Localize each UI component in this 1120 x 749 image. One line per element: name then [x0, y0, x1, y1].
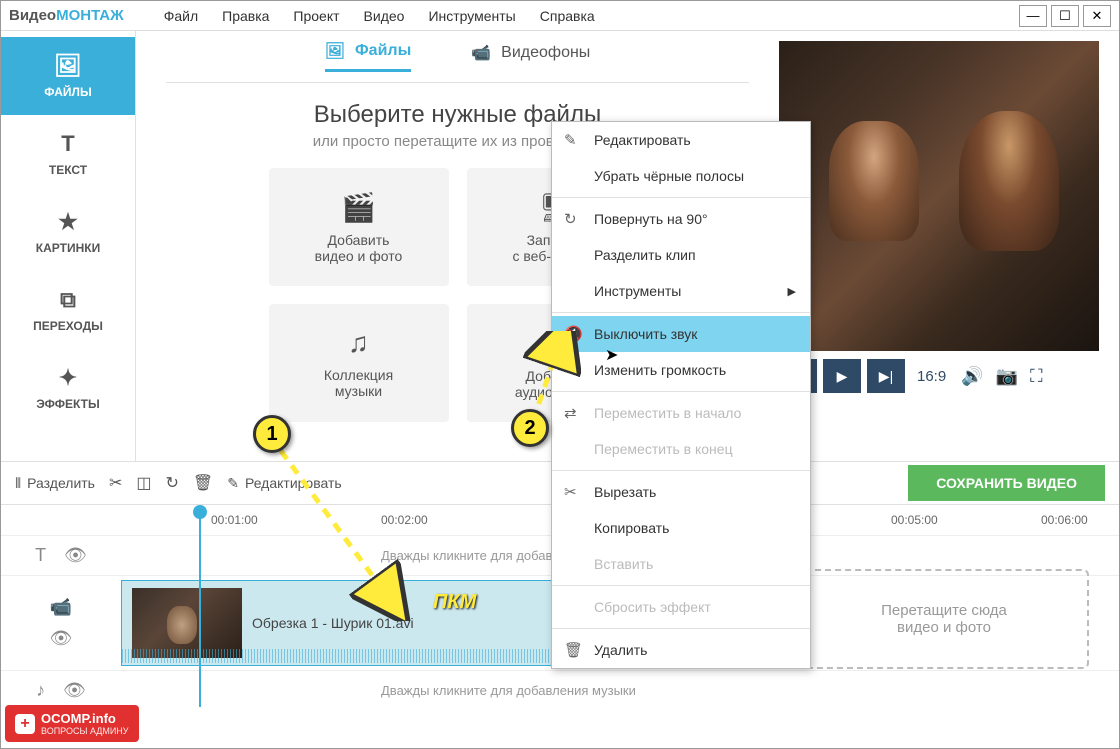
sidebar-item-files[interactable]: 🖼 ФАЙЛЫ	[1, 37, 135, 115]
cursor-icon: ➤	[605, 345, 618, 365]
app-logo: ВидеоМОНТАЖ	[9, 7, 124, 24]
transitions-icon: ⧉	[60, 287, 76, 313]
eye-icon[interactable]: 👁	[50, 628, 73, 649]
camera-track-icon: 📹	[50, 597, 72, 618]
ctx-delete[interactable]: 🗑Удалить	[552, 632, 810, 668]
pencil-icon: ✎	[227, 475, 239, 492]
ctx-reset: Сбросить эффект	[552, 589, 810, 625]
context-menu: ✎Редактировать Убрать чёрные полосы ↻Пов…	[551, 121, 811, 669]
edit-button[interactable]: ✎Редактировать	[227, 475, 341, 492]
image-icon: 🖼	[325, 41, 345, 61]
submenu-arrow-icon: ▶	[788, 285, 796, 298]
ctx-volume[interactable]: Изменить громкость	[552, 352, 810, 388]
snapshot-icon[interactable]: 📷	[996, 366, 1018, 387]
tab-videobackgrounds[interactable]: 📹 Видеофоны	[471, 41, 590, 72]
ctx-cut[interactable]: ✂Вырезать	[552, 474, 810, 510]
sidebar-item-transitions[interactable]: ⧉ ПЕРЕХОДЫ	[1, 271, 135, 349]
dropzone[interactable]: Перетащите сюда видео и фото	[799, 569, 1089, 669]
ctx-rotate[interactable]: ↻Повернуть на 90°	[552, 201, 810, 237]
text-icon: T	[61, 131, 74, 157]
menu-tools[interactable]: Инструменты	[428, 8, 515, 24]
wand-icon: ✦	[59, 365, 77, 391]
menu-edit[interactable]: Правка	[222, 8, 269, 24]
clip-name: Обрезка 1 - Шурик 01.avi	[252, 615, 414, 631]
plus-icon: +	[15, 714, 35, 734]
window-controls: — ☐ ✕	[1019, 5, 1111, 27]
sidebar-label: ТЕКСТ	[49, 163, 87, 177]
menu-file[interactable]: Файл	[164, 8, 198, 24]
ctx-copy[interactable]: Копировать	[552, 510, 810, 546]
tile-music-lib[interactable]: ♫ Коллекциямузыки	[269, 304, 449, 422]
preview-panel: |◀ ▶ ▶| 16:9 🔊 📷 ⛶	[779, 31, 1119, 461]
sidebar-label: ЭФФЕКТЫ	[36, 397, 99, 411]
annotation-text: ПКМ	[433, 591, 476, 614]
annotation-badge-2: 2	[511, 409, 549, 447]
watermark: + OCOMP.info ВОПРОСЫ АДМИНУ	[5, 705, 139, 742]
aspect-ratio[interactable]: 16:9	[917, 368, 946, 385]
scissors-icon[interactable]: ✂	[109, 473, 122, 493]
sidebar-item-effects[interactable]: ✦ ЭФФЕКТЫ	[1, 349, 135, 427]
pencil-icon: ✎	[564, 131, 577, 149]
ctx-blackbars[interactable]: Убрать чёрные полосы	[552, 158, 810, 194]
clapper-icon: 🎬	[341, 191, 376, 224]
ctx-moveend: Переместить в конец	[552, 431, 810, 467]
crop-icon[interactable]: ◫	[136, 473, 151, 493]
scissors-icon: ✂	[564, 483, 577, 501]
split-button[interactable]: ⦀Разделить	[15, 475, 95, 492]
titlebar: ВидеоМОНТАЖ Файл Правка Проект Видео Инс…	[1, 1, 1119, 31]
fullscreen-icon[interactable]: ⛶	[1030, 366, 1043, 387]
track-placeholder: Дважды кликните для добавления музыки	[381, 683, 636, 698]
split-icon: ⦀	[15, 475, 21, 492]
music-icon: ♫	[348, 327, 369, 359]
annotation-badge-1: 1	[253, 415, 291, 453]
left-sidebar: 🖼 ФАЙЛЫ T ТЕКСТ ★ КАРТИНКИ ⧉ ПЕРЕХОДЫ ✦ …	[1, 31, 136, 461]
ctx-mute[interactable]: 🔇Выключить звук	[552, 316, 810, 352]
camera-icon: 📹	[471, 43, 491, 63]
menubar: Файл Правка Проект Видео Инструменты Спр…	[164, 8, 1019, 24]
mute-icon: 🔇	[564, 325, 583, 343]
play-button[interactable]: ▶	[823, 359, 861, 393]
sidebar-label: КАРТИНКИ	[36, 241, 100, 255]
ctx-split[interactable]: Разделить клип	[552, 237, 810, 273]
rotate-icon[interactable]: ↻	[166, 473, 179, 493]
ctx-edit[interactable]: ✎Редактировать	[552, 122, 810, 158]
preview-video[interactable]	[779, 41, 1099, 351]
close-button[interactable]: ✕	[1083, 5, 1111, 27]
files-icon: 🖼	[54, 53, 82, 79]
swap-icon: ⇄	[564, 404, 577, 422]
trash-icon: 🗑	[564, 641, 583, 659]
sidebar-item-text[interactable]: T ТЕКСТ	[1, 115, 135, 193]
menu-help[interactable]: Справка	[540, 8, 595, 24]
ctx-paste: Вставить	[552, 546, 810, 582]
eye-icon[interactable]: 👁	[64, 545, 87, 566]
star-icon: ★	[58, 209, 78, 235]
sidebar-item-images[interactable]: ★ КАРТИНКИ	[1, 193, 135, 271]
menu-video[interactable]: Видео	[364, 8, 405, 24]
eye-icon[interactable]: 👁	[63, 680, 86, 701]
save-video-button[interactable]: СОХРАНИТЬ ВИДЕО	[908, 465, 1105, 501]
sidebar-label: ПЕРЕХОДЫ	[33, 319, 103, 333]
sidebar-label: ФАЙЛЫ	[44, 85, 91, 99]
ctx-tools[interactable]: Инструменты▶	[552, 273, 810, 309]
tile-add-video[interactable]: 🎬 Добавитьвидео и фото	[269, 168, 449, 286]
playhead[interactable]	[199, 507, 201, 707]
rotate-icon: ↻	[564, 210, 577, 228]
next-button[interactable]: ▶|	[867, 359, 905, 393]
tab-files[interactable]: 🖼 Файлы	[325, 41, 412, 72]
minimize-button[interactable]: —	[1019, 5, 1047, 27]
text-track-icon: T	[35, 545, 46, 566]
audio-track[interactable]: ♪ 👁 Дважды кликните для добавления музыки	[1, 670, 1119, 710]
clip-thumbnail	[132, 588, 242, 658]
ctx-movestart: ⇄Переместить в начало	[552, 395, 810, 431]
volume-icon[interactable]: 🔊	[961, 366, 983, 387]
menu-project[interactable]: Проект	[293, 8, 339, 24]
maximize-button[interactable]: ☐	[1051, 5, 1079, 27]
trash-icon[interactable]: 🗑	[193, 473, 213, 493]
music-track-icon: ♪	[36, 680, 45, 701]
